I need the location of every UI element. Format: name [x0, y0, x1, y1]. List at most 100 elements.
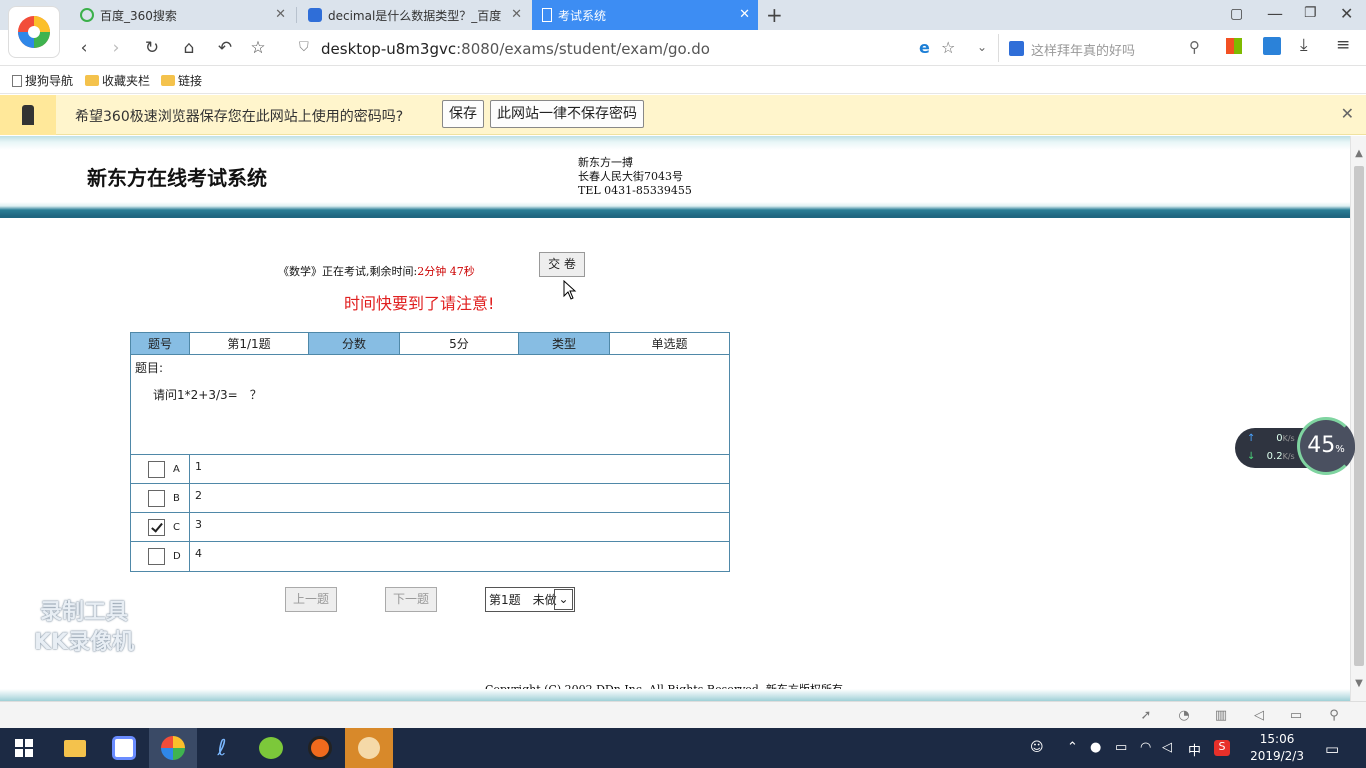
zoom-icon[interactable]: ⚲: [1326, 708, 1342, 724]
bookmark-links-folder[interactable]: 链接: [161, 72, 202, 89]
speaker-icon[interactable]: ◁: [1162, 740, 1172, 755]
option-value: 4: [195, 547, 202, 560]
back-icon[interactable]: ‹: [72, 36, 96, 60]
scroll-up-icon[interactable]: ▲: [1353, 148, 1365, 160]
page-content: 新东方在线考试系统 新东方一搏 长春人民大街7043号 TEL 0431-853…: [0, 136, 1350, 701]
maximize-button[interactable]: ❐: [1304, 5, 1317, 21]
address-toolbar: ‹ › ↻ ⌂ ↶ ☆ ⛉ desktop-u8m3gvc:8080/exams…: [0, 30, 1366, 66]
option-d-checkbox[interactable]: [148, 548, 165, 565]
key-icon: [0, 95, 56, 135]
window-icon[interactable]: ▭: [1288, 708, 1304, 724]
dropdown-icon[interactable]: ⌄: [977, 40, 987, 54]
question-select[interactable]: 第1题 未做 ⌄: [485, 587, 575, 612]
menu-icon[interactable]: ≡: [1336, 35, 1350, 55]
url-path: :8080/exams/student/exam/go.do: [456, 40, 710, 58]
recorder-watermark: 录制工具 KK录像机: [34, 600, 135, 655]
score-label: 分数: [309, 333, 400, 354]
minimize-button[interactable]: —: [1267, 4, 1283, 23]
baidu-paw-icon: [1009, 41, 1024, 56]
close-window-button[interactable]: ✕: [1340, 4, 1353, 23]
next-question-button[interactable]: 下一题: [385, 587, 437, 612]
notification-icon[interactable]: ▭: [1325, 740, 1339, 758]
kk-recorder-icon[interactable]: [345, 728, 393, 768]
close-tab-icon[interactable]: ✕: [739, 7, 750, 22]
tray-expand-icon[interactable]: ⌃: [1067, 740, 1078, 755]
shirt-icon[interactable]: ▢: [1230, 6, 1243, 22]
tab-decimal[interactable]: decimal是什么数据类型？_百度 ✕: [298, 0, 530, 30]
search-icon[interactable]: ⚲: [1189, 38, 1200, 56]
never-save-button[interactable]: 此网站一律不保存密码: [490, 100, 644, 128]
people-icon[interactable]: ☺: [1030, 740, 1044, 755]
browser-status-bar: ➚ ◔ ▥ ◁ ▭ ⚲: [0, 701, 1366, 728]
bookmark-favorites-folder[interactable]: 收藏夹栏: [85, 72, 150, 89]
app-dots-icon[interactable]: [100, 728, 148, 768]
orange-app-icon[interactable]: [296, 728, 344, 768]
close-tab-icon[interactable]: ✕: [275, 7, 286, 22]
home-icon[interactable]: ⌂: [177, 36, 201, 60]
option-c-checkbox[interactable]: [148, 518, 165, 536]
tab-baidu-360[interactable]: 百度_360搜索 ✕: [70, 0, 294, 30]
scroll-thumb[interactable]: [1354, 166, 1364, 666]
address-bar[interactable]: ⛉ desktop-u8m3gvc:8080/exams/student/exa…: [290, 34, 998, 62]
option-letter: D: [173, 551, 181, 562]
trash-icon[interactable]: ▥: [1213, 708, 1229, 724]
download-icon[interactable]: ⤓: [1300, 35, 1308, 55]
time-left: 2分钟 47秒: [417, 265, 475, 278]
windows-taskbar: ℓ ☺ ⌃ ● ▭ ◠ ◁ 中 S 15:06 2019/2/3 ▭: [0, 728, 1366, 768]
option-letter: A: [173, 463, 180, 475]
ime-indicator[interactable]: 中: [1188, 740, 1201, 759]
download-speed: 0.2: [1266, 451, 1283, 462]
forward-icon[interactable]: ›: [104, 36, 128, 60]
close-tab-icon[interactable]: ✕: [511, 7, 522, 22]
rocket-icon[interactable]: ➚: [1138, 708, 1154, 724]
favorite-star-icon[interactable]: ☆: [941, 38, 955, 57]
star-icon[interactable]: ☆: [246, 36, 270, 60]
password-message: 希望360极速浏览器保存您在此网站上使用的密码吗?: [75, 109, 404, 125]
score-value: 5分: [400, 333, 519, 354]
360-browser-icon[interactable]: [149, 728, 197, 768]
apps-icon[interactable]: [1226, 38, 1242, 54]
option-letter: C: [173, 521, 180, 533]
extension-icon[interactable]: [1263, 37, 1281, 55]
search-box[interactable]: 这样拜年真的好吗 ⚲: [998, 34, 1212, 62]
bookmarks-bar: 搜狗导航 收藏夹栏 链接: [0, 66, 1366, 94]
refresh-icon[interactable]: ↻: [140, 36, 164, 60]
prev-question-button[interactable]: 上一题: [285, 587, 337, 612]
undo-close-icon[interactable]: ↶: [213, 36, 237, 60]
green-app-icon[interactable]: [247, 728, 295, 768]
wifi-icon[interactable]: ◠: [1140, 740, 1151, 755]
scrollbar[interactable]: ▲ ▼: [1350, 136, 1366, 701]
option-letter: B: [173, 492, 180, 504]
document-icon: [542, 8, 552, 22]
num-value: 第1/1题: [190, 333, 309, 354]
option-row-d: D 4: [131, 542, 729, 571]
new-tab-button[interactable]: +: [766, 3, 783, 27]
option-a-checkbox[interactable]: [148, 460, 165, 478]
search-input[interactable]: 这样拜年真的好吗: [1031, 40, 1135, 59]
question-body: 题目: 请问1*2+3/3= ？: [131, 355, 729, 455]
option-value: 2: [195, 489, 202, 502]
sogou-ime-icon[interactable]: S: [1214, 740, 1230, 756]
windows-icon: [15, 739, 33, 757]
file-explorer-icon[interactable]: [51, 728, 99, 768]
network-speed-widget[interactable]: ↑ 0K/s ↓ 0.2K/s 45%: [1235, 417, 1355, 475]
save-password-button[interactable]: 保存: [442, 100, 484, 128]
option-row-b: B 2: [131, 484, 729, 513]
close-icon[interactable]: ✕: [1341, 104, 1354, 123]
submit-exam-button[interactable]: 交 卷: [539, 252, 585, 277]
tab-exam-system[interactable]: 考试系统 ✕: [532, 0, 758, 30]
start-button[interactable]: [0, 728, 48, 768]
speed-icon[interactable]: ◔: [1176, 708, 1192, 724]
site-footer-bar: [0, 689, 1350, 701]
clock[interactable]: 15:06 2019/2/3: [1250, 731, 1304, 765]
qq-icon[interactable]: ●: [1090, 740, 1101, 755]
browser-logo-icon[interactable]: [8, 6, 60, 58]
ie-mode-icon[interactable]: e: [919, 38, 930, 57]
battery-icon[interactable]: ▭: [1115, 740, 1127, 755]
option-b-checkbox[interactable]: [148, 489, 165, 507]
scroll-down-icon[interactable]: ▼: [1353, 678, 1365, 690]
volume-icon[interactable]: ◁: [1251, 708, 1267, 724]
pen-app-icon[interactable]: ℓ: [198, 728, 246, 768]
chevron-down-icon[interactable]: ⌄: [554, 589, 573, 610]
bookmark-sogou[interactable]: 搜狗导航: [12, 72, 73, 89]
